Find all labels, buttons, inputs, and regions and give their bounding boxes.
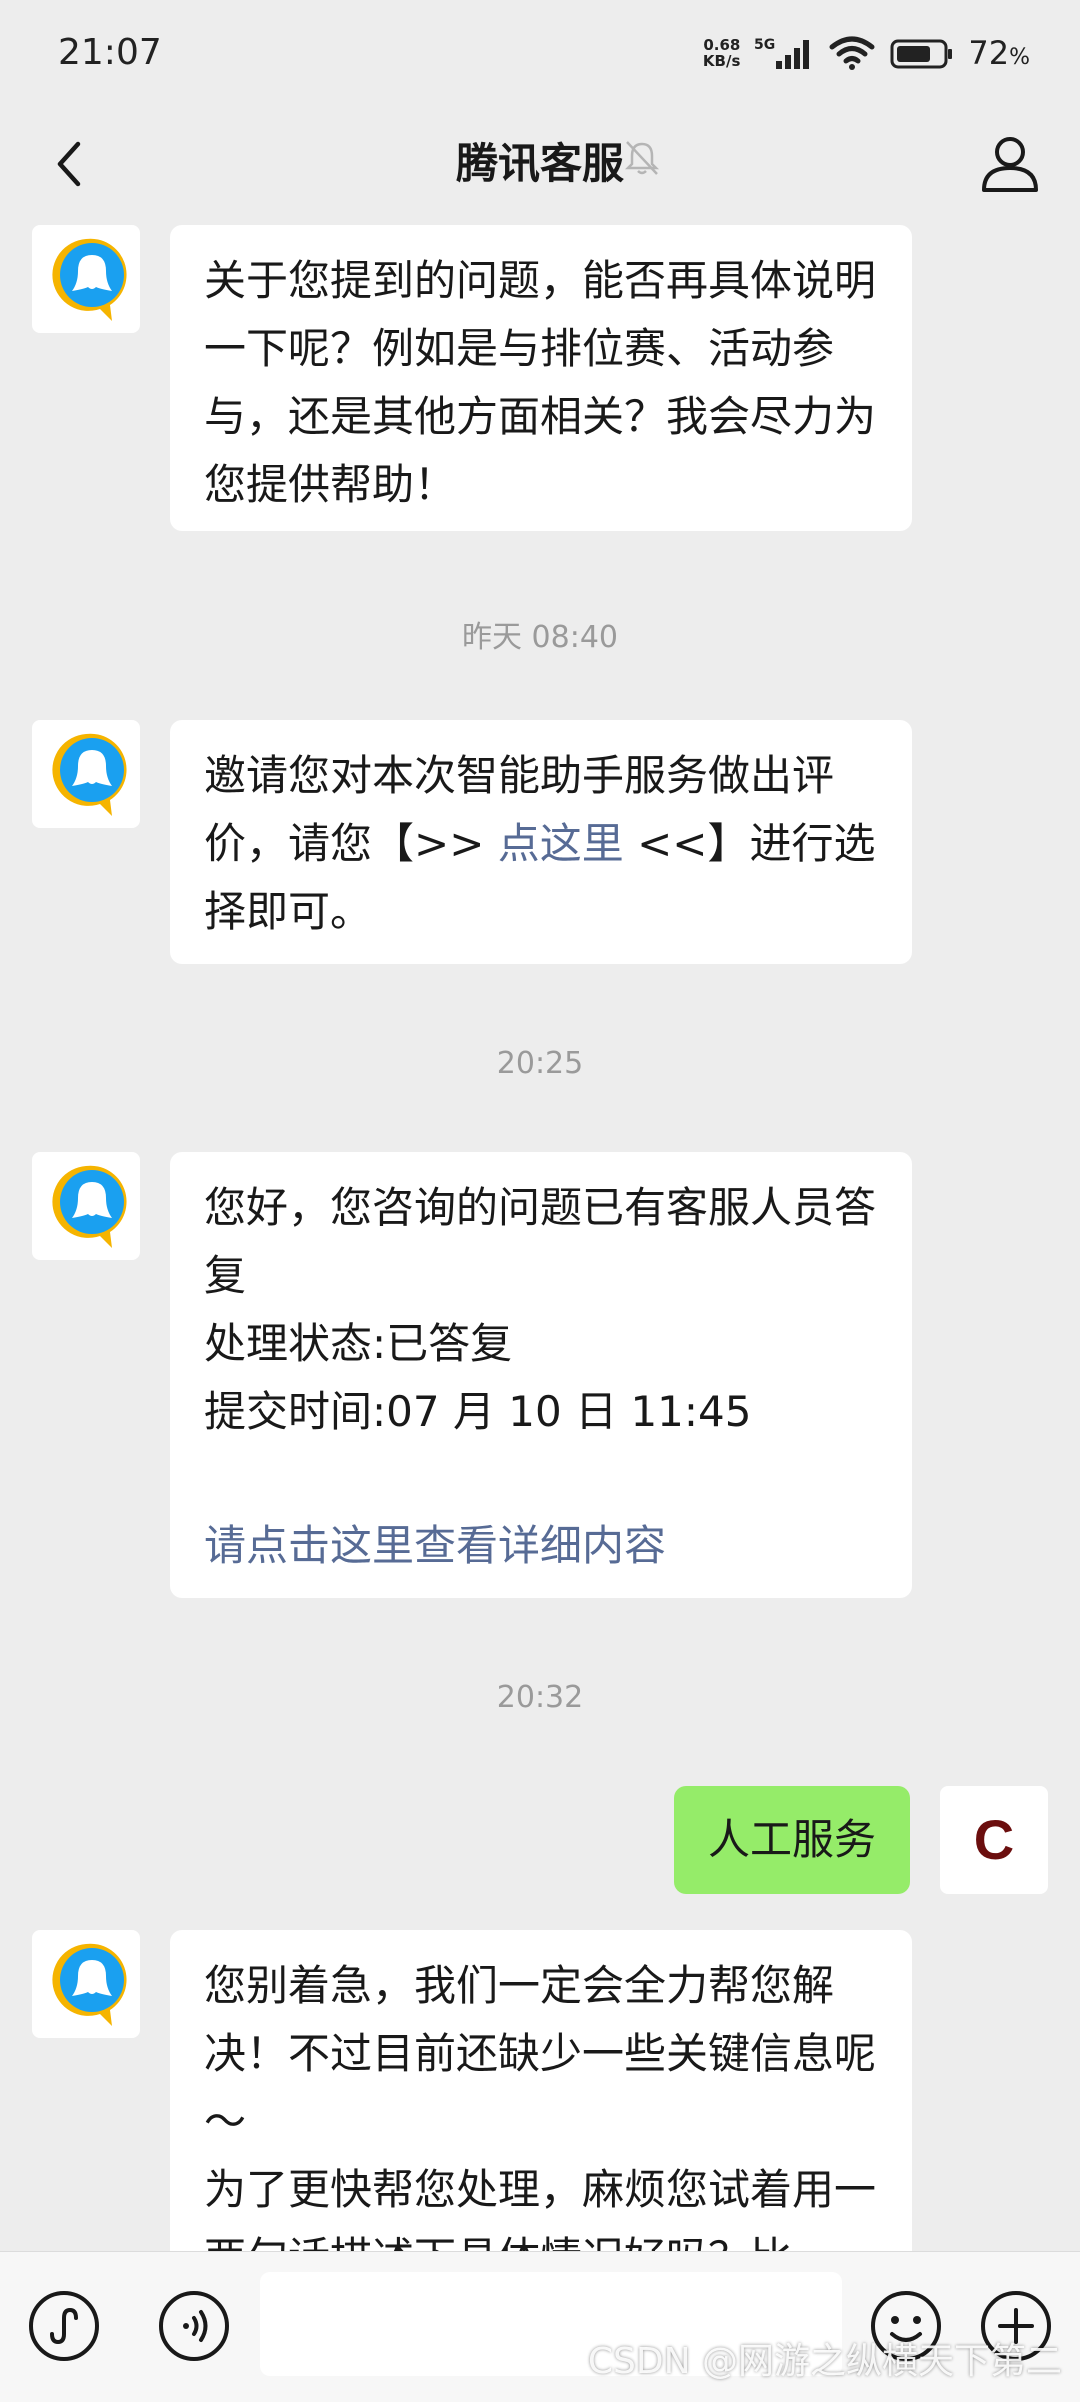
service-avatar[interactable] [32, 720, 140, 828]
mini-program-icon[interactable] [26, 2288, 102, 2364]
chat-area[interactable]: 关于您提到的问题，能否再具体说明一下呢？例如是与排位赛、活动参与，还是其他方面相… [0, 220, 1080, 2251]
message-line: 处理状态:已答复 [204, 1319, 513, 1368]
service-avatar[interactable] [32, 1152, 140, 1260]
chat-header: 腾讯客服 [0, 108, 1080, 220]
timestamp: 20:25 [496, 1046, 584, 1081]
battery-percent: 72% [968, 34, 1030, 72]
my-avatar-letter: C [973, 1808, 1015, 1871]
chat-title: 腾讯客服 [455, 139, 624, 188]
rate-service-link[interactable]: 点这里 [498, 819, 624, 868]
view-details-link[interactable]: 请点击这里查看详细内容 [204, 1512, 878, 1580]
message-bubble[interactable]: 关于您提到的问题，能否再具体说明一下呢？例如是与排位赛、活动参与，还是其他方面相… [170, 225, 912, 531]
message-bubble[interactable]: 您别着急，我们一定会全力帮您解决！不过目前还缺少一些关键信息呢～ 为了更快帮您处… [170, 1930, 912, 2251]
message-outgoing: 人工服务 C [0, 1786, 1080, 1896]
status-time: 21:07 [58, 32, 162, 73]
voice-input-icon[interactable] [156, 2288, 232, 2364]
network-speed: 0.68 KB/s [703, 37, 740, 69]
message-line: 为了更快帮您处理，麻烦您试着用一两句话描述下具体情况好吗？比 [204, 2165, 877, 2251]
network-type: 5G [754, 37, 775, 53]
tencent-service-logo-icon [52, 1165, 127, 1248]
message-bubble[interactable]: 您好，您咨询的问题已有客服人员答复 处理状态:已答复 提交时间:07 月 10 … [170, 1152, 912, 1598]
network-speed-unit: KB/s [702, 52, 741, 70]
message-line: 您别着急，我们一定会全力帮您解决！不过目前还缺少一些关键信息呢～ [204, 1961, 877, 2146]
timestamp: 昨天 08:40 [462, 620, 618, 655]
message-line: 您好，您咨询的问题已有客服人员答复 [204, 1183, 877, 1300]
service-avatar[interactable] [32, 225, 140, 333]
cellular-signal-icon: 5G [754, 37, 810, 69]
service-avatar[interactable] [32, 1930, 140, 2038]
profile-icon[interactable] [974, 128, 1046, 200]
network-speed-value: 0.68 [703, 36, 741, 54]
status-icons: 0.68 KB/s 5G 72% [703, 30, 1030, 76]
my-message-bubble[interactable]: 人工服务 [673, 1786, 910, 1894]
tencent-service-logo-icon [52, 733, 127, 816]
status-bar: 21:07 0.68 KB/s 5G 72% [0, 0, 1080, 108]
timestamp: 20:32 [496, 1680, 584, 1715]
mute-bell-icon [624, 141, 660, 175]
battery-icon [890, 39, 953, 69]
message-line: 提交时间:07 月 10 日 11:45 [204, 1387, 752, 1436]
my-avatar[interactable]: C [940, 1786, 1048, 1894]
message-bubble[interactable]: 邀请您对本次智能助手服务做出评价，请您【>> 点这里 <<】进行选择即可。 [170, 720, 912, 964]
wifi-icon [829, 36, 875, 70]
watermark: CSDN @网游之纵横天下第二 [587, 2341, 1062, 2382]
tencent-service-logo-icon [52, 238, 127, 321]
tencent-service-logo-icon [52, 1943, 127, 2026]
